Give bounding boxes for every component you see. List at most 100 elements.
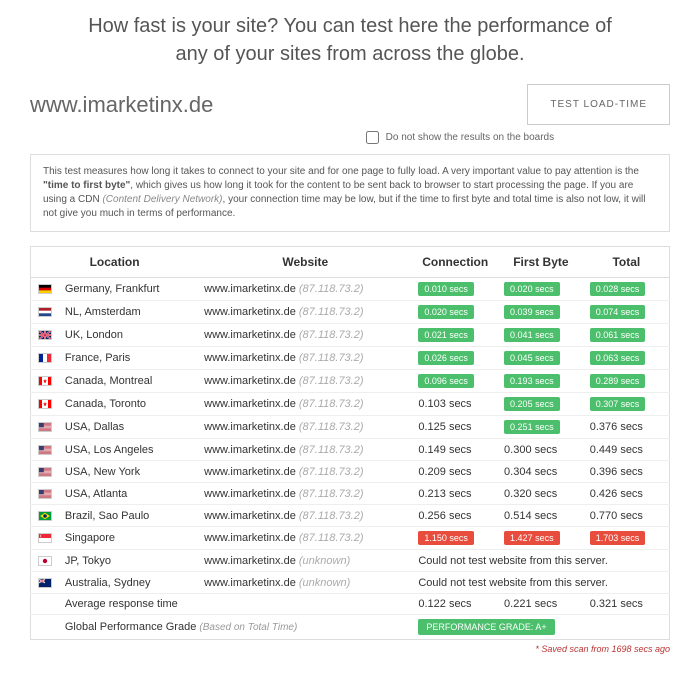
website-cell: www.imarketinx.de (87.118.73.2) — [198, 301, 412, 324]
metric-tot: 0.063 secs — [590, 351, 646, 365]
metric-conn: 0.096 secs — [418, 374, 474, 388]
flag-icon — [31, 483, 59, 505]
col-connection: Connection — [412, 247, 498, 278]
url-input[interactable] — [30, 88, 527, 122]
avg-conn: 0.122 secs — [418, 598, 471, 610]
metric-tot: 0.061 secs — [590, 328, 646, 342]
metric-conn: 0.149 secs — [418, 444, 471, 456]
fail-message: Could not test website from this server. — [412, 572, 669, 594]
metric-tot: 0.028 secs — [590, 282, 646, 296]
table-row: France, Pariswww.imarketinx.de (87.118.7… — [31, 347, 670, 370]
table-row: Germany, Frankfurtwww.imarketinx.de (87.… — [31, 278, 670, 301]
metric-tot: 0.307 secs — [590, 397, 646, 411]
metric-tot: 0.426 secs — [590, 488, 643, 500]
average-label: Average response time — [59, 594, 412, 615]
metric-fb: 1.427 secs — [504, 531, 560, 545]
flag-icon — [31, 301, 59, 324]
table-row: Australia, Sydneywww.imarketinx.de (unkn… — [31, 572, 670, 594]
website-cell: www.imarketinx.de (87.118.73.2) — [198, 461, 412, 483]
metric-conn: 0.125 secs — [418, 421, 471, 433]
col-first-byte: First Byte — [498, 247, 584, 278]
dont-show-label: Do not show the results on the boards — [386, 132, 554, 143]
metric-fb: 0.320 secs — [504, 488, 557, 500]
metric-fb: 0.300 secs — [504, 444, 557, 456]
location-cell: USA, Los Angeles — [59, 439, 198, 461]
location-cell: Canada, Toronto — [59, 393, 198, 416]
col-total: Total — [584, 247, 670, 278]
flag-icon — [31, 370, 59, 393]
metric-fb: 0.039 secs — [504, 305, 560, 319]
table-row: Brazil, Sao Paulowww.imarketinx.de (87.1… — [31, 505, 670, 527]
website-cell: www.imarketinx.de (87.118.73.2) — [198, 505, 412, 527]
table-row: UK, Londonwww.imarketinx.de (87.118.73.2… — [31, 324, 670, 347]
table-row: USA, Dallaswww.imarketinx.de (87.118.73.… — [31, 416, 670, 439]
table-row: USA, Atlantawww.imarketinx.de (87.118.73… — [31, 483, 670, 505]
metric-conn: 0.103 secs — [418, 398, 471, 410]
results-table: Location Website Connection First Byte T… — [30, 246, 670, 640]
flag-icon — [31, 505, 59, 527]
location-cell: USA, Dallas — [59, 416, 198, 439]
metric-tot: 1.703 secs — [590, 531, 646, 545]
avg-tot: 0.321 secs — [590, 598, 643, 610]
metric-fb: 0.045 secs — [504, 351, 560, 365]
location-cell: Germany, Frankfurt — [59, 278, 198, 301]
website-cell: www.imarketinx.de (87.118.73.2) — [198, 483, 412, 505]
website-cell: www.imarketinx.de (87.118.73.2) — [198, 370, 412, 393]
average-row: Average response time 0.122 secs 0.221 s… — [31, 594, 670, 615]
grade-label: Global Performance Grade — [65, 621, 196, 633]
website-cell: www.imarketinx.de (87.118.73.2) — [198, 278, 412, 301]
table-row: NL, Amsterdamwww.imarketinx.de (87.118.7… — [31, 301, 670, 324]
info-box: This test measures how long it takes to … — [30, 154, 670, 232]
website-cell: www.imarketinx.de (87.118.73.2) — [198, 439, 412, 461]
table-row: Canada, Torontowww.imarketinx.de (87.118… — [31, 393, 670, 416]
metric-conn: 0.020 secs — [418, 305, 474, 319]
table-row: USA, Los Angeleswww.imarketinx.de (87.11… — [31, 439, 670, 461]
grade-row: Global Performance Grade (Based on Total… — [31, 615, 670, 640]
website-cell: www.imarketinx.de (unknown) — [198, 550, 412, 572]
location-cell: Brazil, Sao Paulo — [59, 505, 198, 527]
metric-fb: 0.514 secs — [504, 510, 557, 522]
flag-icon — [31, 461, 59, 483]
table-row: Singaporewww.imarketinx.de (87.118.73.2)… — [31, 527, 670, 550]
location-cell: Canada, Montreal — [59, 370, 198, 393]
flag-icon — [31, 393, 59, 416]
flag-icon — [31, 324, 59, 347]
metric-conn: 0.010 secs — [418, 282, 474, 296]
website-cell: www.imarketinx.de (87.118.73.2) — [198, 347, 412, 370]
col-location: Location — [31, 247, 199, 278]
grade-based: (Based on Total Time) — [199, 622, 297, 633]
metric-fb: 0.193 secs — [504, 374, 560, 388]
location-cell: UK, London — [59, 324, 198, 347]
footnote: * Saved scan from 1698 secs ago — [30, 644, 670, 654]
test-load-button[interactable]: TEST LOAD-TIME — [527, 84, 670, 125]
website-cell: www.imarketinx.de (87.118.73.2) — [198, 393, 412, 416]
dont-show-checkbox[interactable] — [366, 131, 379, 144]
metric-tot: 0.770 secs — [590, 510, 643, 522]
flag-icon — [31, 550, 59, 572]
flag-icon — [31, 416, 59, 439]
table-row: Canada, Montrealwww.imarketinx.de (87.11… — [31, 370, 670, 393]
grade-badge: PERFORMANCE GRADE: A+ — [418, 619, 554, 635]
table-row: USA, New Yorkwww.imarketinx.de (87.118.7… — [31, 461, 670, 483]
flag-icon — [31, 347, 59, 370]
website-cell: www.imarketinx.de (87.118.73.2) — [198, 527, 412, 550]
location-cell: JP, Tokyo — [59, 550, 198, 572]
avg-fb: 0.221 secs — [504, 598, 557, 610]
flag-icon — [31, 527, 59, 550]
page-heading: How fast is your site? You can test here… — [30, 0, 670, 84]
flag-icon — [31, 278, 59, 301]
metric-tot: 0.074 secs — [590, 305, 646, 319]
dont-show-option[interactable]: Do not show the results on the boards — [366, 132, 554, 143]
website-cell: www.imarketinx.de (unknown) — [198, 572, 412, 594]
metric-tot: 0.449 secs — [590, 444, 643, 456]
location-cell: USA, New York — [59, 461, 198, 483]
metric-fb: 0.205 secs — [504, 397, 560, 411]
metric-fb: 0.251 secs — [504, 420, 560, 434]
metric-tot: 0.289 secs — [590, 374, 646, 388]
metric-conn: 0.021 secs — [418, 328, 474, 342]
metric-fb: 0.041 secs — [504, 328, 560, 342]
website-cell: www.imarketinx.de (87.118.73.2) — [198, 324, 412, 347]
location-cell: Australia, Sydney — [59, 572, 198, 594]
metric-tot: 0.396 secs — [590, 466, 643, 478]
metric-fb: 0.304 secs — [504, 466, 557, 478]
